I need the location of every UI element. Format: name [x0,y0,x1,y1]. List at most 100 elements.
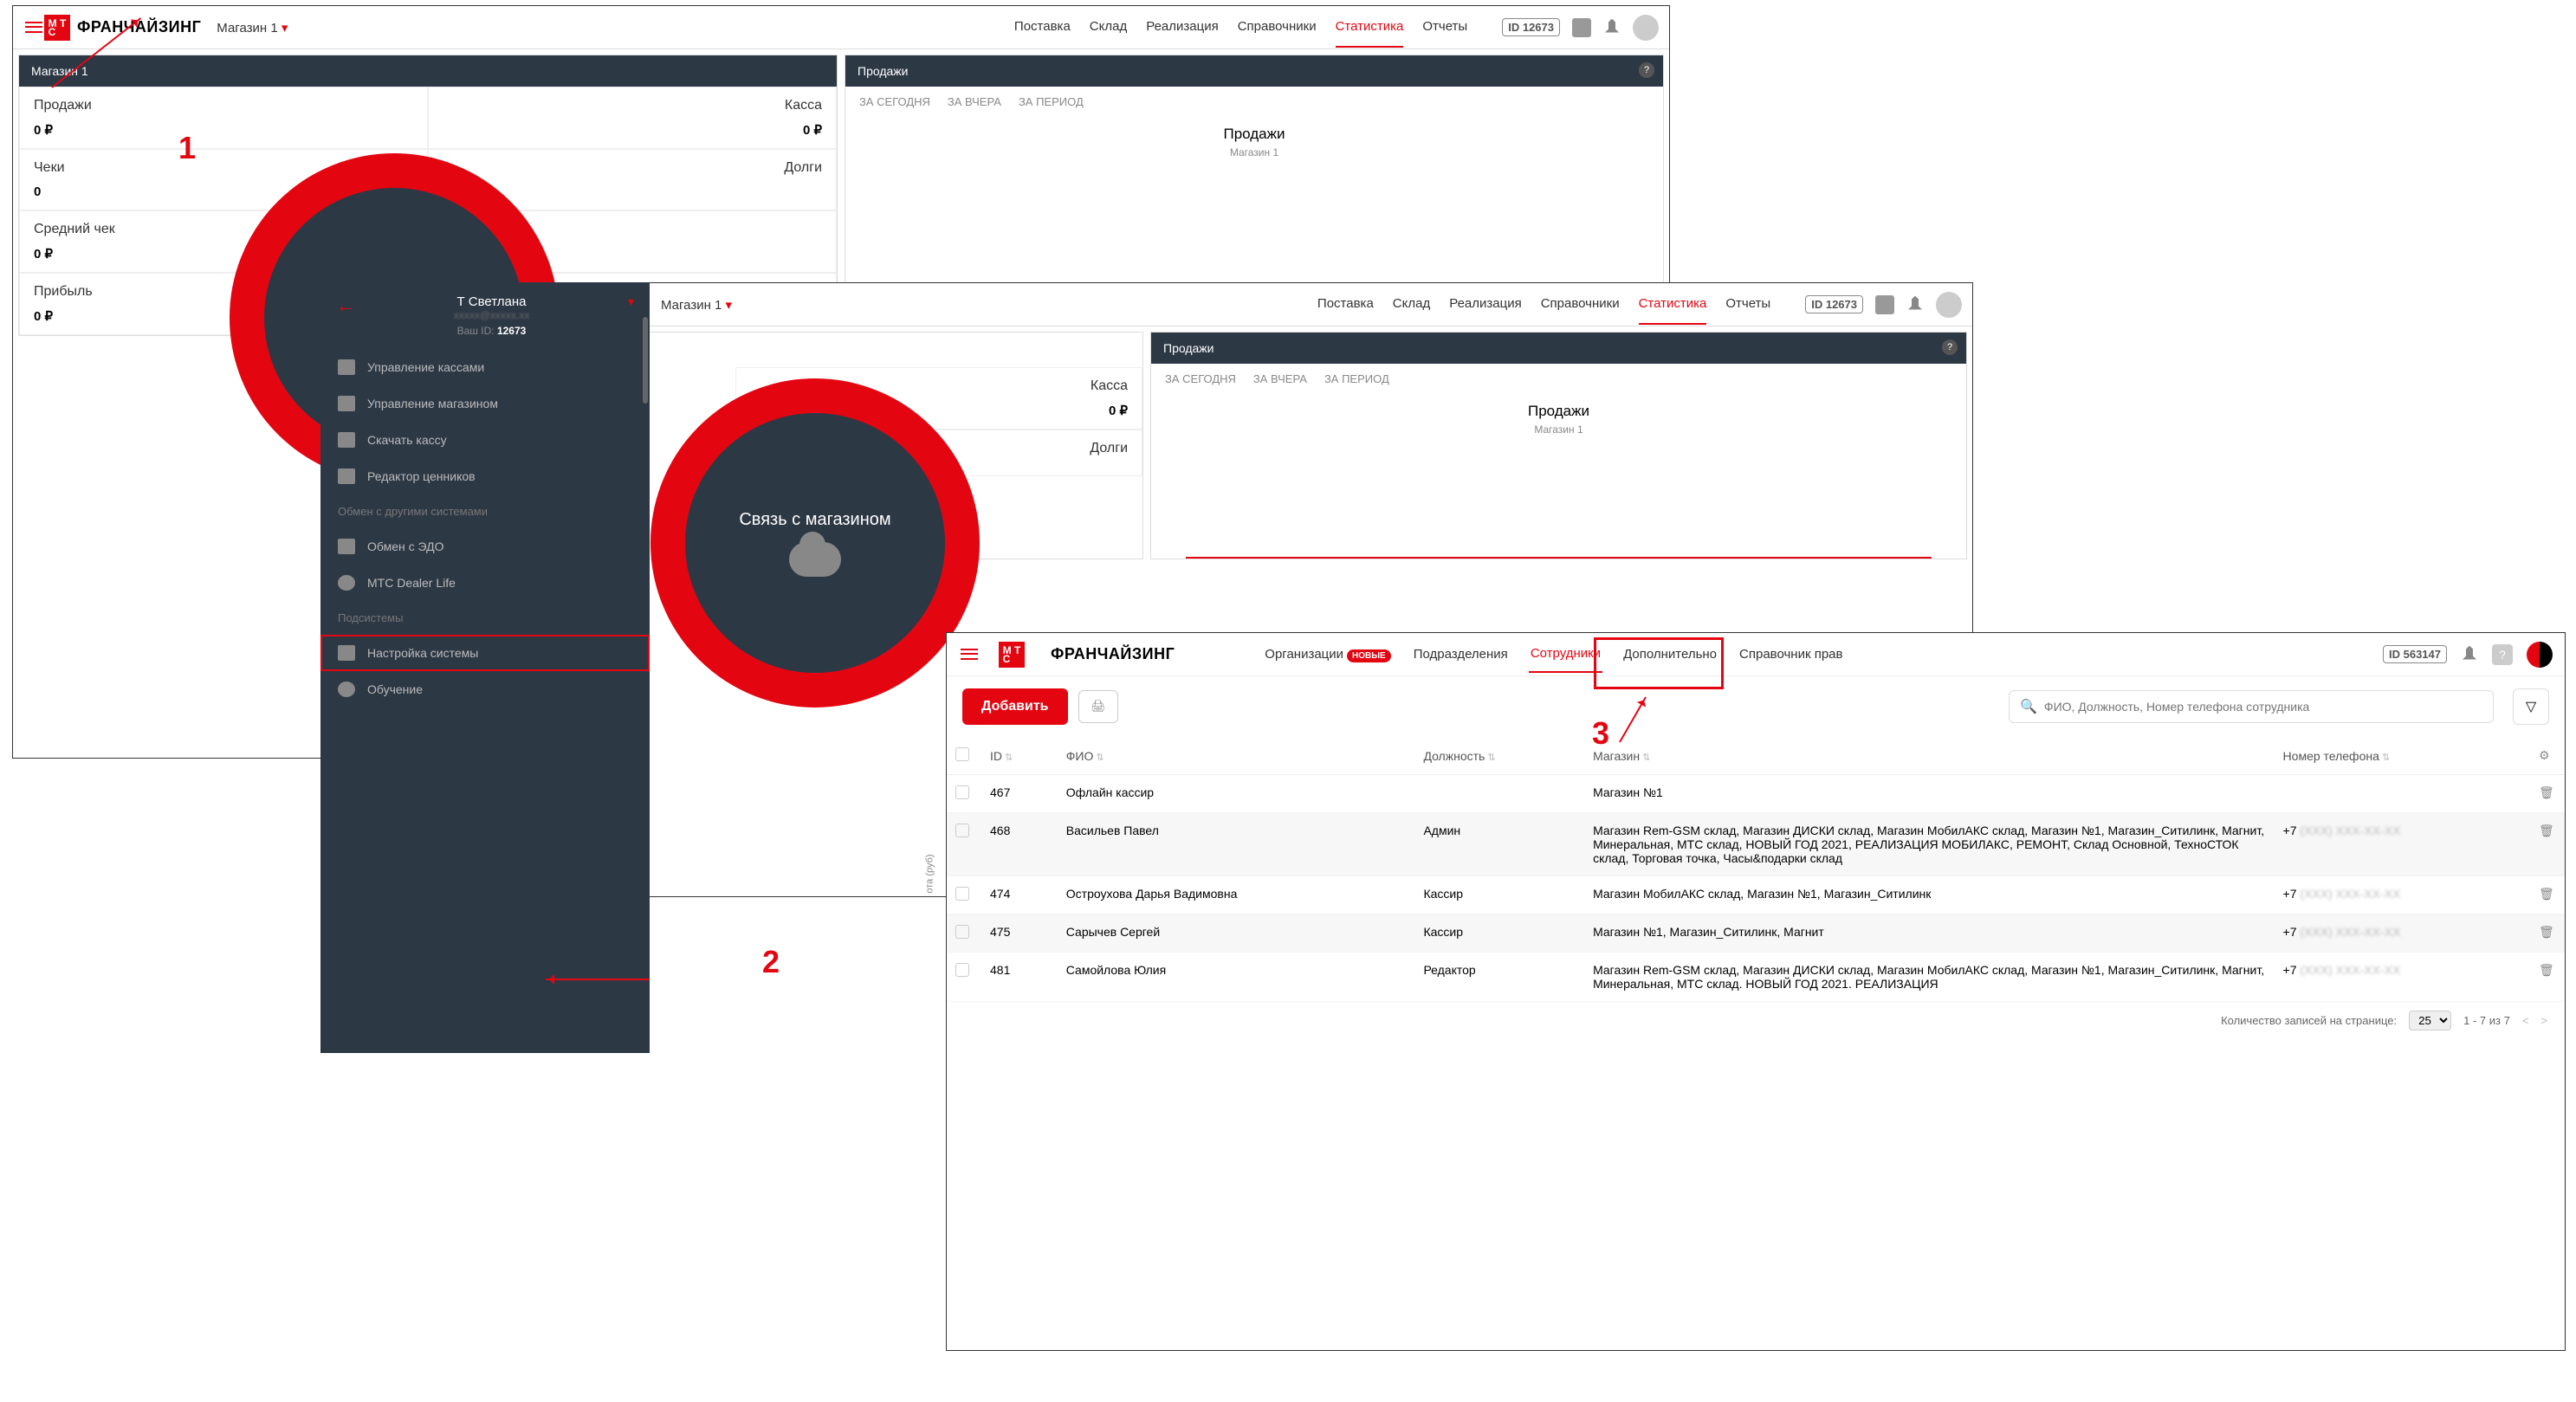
side-menu: ← Т Светлана xxxxx@xxxxx.xx Ваш ID: 1267… [320,282,650,1053]
axis-label: ота (руб) [925,854,935,893]
search-box[interactable]: 🔍 [2009,690,2494,723]
cell-pos: Кассир [1414,876,1584,914]
tab-yesterday[interactable]: ЗА ВЧЕРА [948,95,1001,108]
w3-nav-employees[interactable]: Сотрудники [1529,636,1602,673]
pager-prev-icon[interactable]: < [2522,1014,2529,1027]
row-checkbox[interactable] [955,785,969,799]
cell-phone: +7 (XXX) XXX-XX-XX [2275,914,2530,953]
back-arrow-icon[interactable]: ← [336,294,355,317]
checkbox-all[interactable] [955,747,969,761]
cell-id: 481 [981,953,1058,1002]
table-row[interactable]: 474Остроухова Дарья ВадимовнаКассирМагаз… [947,876,2565,914]
cell-store: Магазин Rem-GSM склад, Магазин ДИСКИ скл… [1584,953,2274,1002]
cell-id: 467 [981,775,1058,813]
cell-id: 475 [981,914,1058,953]
hamburger-icon-3[interactable] [959,644,980,665]
cash-icon-2[interactable] [1875,295,1894,314]
avatar-icon-3[interactable] [2527,642,2553,668]
pager-next-icon[interactable]: > [2540,1014,2547,1027]
menu-dealerlife[interactable]: MTC Dealer Life [320,565,650,601]
annotation-2: 2 [762,944,780,980]
side-user-id: Ваш ID: 12673 [366,325,618,337]
w3-nav-dep[interactable]: Подразделения [1412,636,1510,672]
nav-otchety[interactable]: Отчеты [1422,7,1467,48]
chevron-down-icon[interactable]: ▾ [628,294,634,309]
cell-fio: Сарычев Сергей [1058,914,1415,953]
nav-spravochniki[interactable]: Справочники [1238,7,1317,48]
trash-icon[interactable]: 🗑 [2539,785,2554,799]
col-id[interactable]: ID [981,737,1058,775]
bell-icon[interactable] [1603,19,1621,36]
cell-fio: Васильев Павел [1058,813,1415,876]
help-icon[interactable]: ? [1639,62,1654,78]
bell-icon-3[interactable] [2461,646,2478,663]
mts-logo-icon: М ТС [44,15,70,41]
menu-training[interactable]: Обучение [320,671,650,707]
tab-period[interactable]: ЗА ПЕРИОД [1019,95,1084,108]
row-checkbox[interactable] [955,824,969,837]
help-icon-2[interactable]: ? [1942,339,1958,355]
row-checkbox[interactable] [955,887,969,901]
menu-edo[interactable]: Обмен с ЭДО [320,528,650,565]
cell-fio: Офлайн кассир [1058,775,1415,813]
avatar-icon-2[interactable] [1936,292,1962,318]
store-selector-2[interactable]: Магазин 1 [661,297,732,313]
table-row[interactable]: 468Васильев ПавелАдминМагазин Rem-GSM ск… [947,813,2565,876]
avatar-icon[interactable] [1633,15,1659,41]
table-row[interactable]: 467Офлайн кассирМагазин №1🗑 [947,775,2565,813]
col-fio[interactable]: ФИО [1058,737,1415,775]
pager-size-select[interactable]: 25 [2409,1011,2451,1031]
menu-kassy[interactable]: Управление кассами [320,349,650,385]
filter-button[interactable]: ▽ [2513,688,2549,725]
main-nav-2: Поставка Склад Реализация Справочники Ст… [1317,284,1770,325]
w3-nav-org[interactable]: ОрганизацииНОВЫЕ [1263,636,1392,672]
trash-icon[interactable]: 🗑 [2539,824,2554,837]
tab-today[interactable]: ЗА СЕГОДНЯ [859,95,930,108]
menu-download[interactable]: Скачать кассу [320,422,650,458]
side-menu-head: ← Т Светлана xxxxx@xxxxx.xx Ваш ID: 1267… [320,282,650,349]
hamburger-icon[interactable] [23,17,44,38]
id-badge-3: ID 563147 [2383,645,2447,663]
cell-store: Магазин Rem-GSM склад, Магазин ДИСКИ скл… [1584,813,2274,876]
menu-section-sub: Подсистемы [320,601,650,635]
col-phone[interactable]: Номер телефона [2275,737,2530,775]
print-button[interactable]: 🖨 [1078,690,1119,723]
trash-icon[interactable]: 🗑 [2539,887,2554,901]
annotation-1: 1 [178,130,196,166]
cell-pos [1414,775,1584,813]
bell-icon-2[interactable] [1906,296,1924,313]
arrow-2 [546,979,650,980]
menu-system-settings[interactable]: Настройка системы [320,635,650,671]
store-selector[interactable]: Магазин 1 [217,20,288,36]
cell-store: Магазин №1, Магазин_Ситилинк, Магнит [1584,914,2274,953]
nav-postavka[interactable]: Поставка [1014,7,1071,48]
cell-fio: Остроухова Дарья Вадимовна [1058,876,1415,914]
search-input[interactable] [2044,700,2482,714]
tile-kassa[interactable]: Касса0 ₽ [428,87,837,149]
col-store[interactable]: Магазин [1584,737,2274,775]
badge-new: НОВЫЕ [1347,649,1391,662]
sales-panel-2: Продажи? ЗА СЕГОДНЯ ЗА ВЧЕРА ЗА ПЕРИОД П… [1150,332,1967,559]
trash-icon[interactable]: 🗑 [2539,963,2554,977]
col-pos[interactable]: Должность [1414,737,1584,775]
w3-nav-rights[interactable]: Справочник прав [1738,636,1844,672]
row-checkbox[interactable] [955,925,969,939]
mts-logo-icon-3: М ТС [999,642,1025,668]
row-checkbox[interactable] [955,963,969,977]
nav-sklad[interactable]: Склад [1090,7,1127,48]
trash-icon[interactable]: 🗑 [2539,925,2554,939]
help-icon-3[interactable]: ? [2492,644,2513,665]
add-button[interactable]: Добавить [962,688,1068,725]
menu-magazin[interactable]: Управление магазином [320,385,650,422]
nav-statistika[interactable]: Статистика [1336,7,1404,48]
nav-realizacia[interactable]: Реализация [1146,7,1218,48]
gear-icon[interactable]: ⚙ [2539,748,2550,762]
cash-icon[interactable] [1572,18,1591,37]
scrollbar[interactable] [643,317,648,404]
main-nav: Поставка Склад Реализация Справочники Ст… [1014,7,1467,48]
side-user-email: xxxxx@xxxxx.xx [366,309,618,321]
table-row[interactable]: 475Сарычев СергейКассирМагазин №1, Магаз… [947,914,2565,953]
menu-priceedit[interactable]: Редактор ценников [320,458,650,494]
tile-sales[interactable]: Продажи0 ₽ [19,87,428,149]
table-row[interactable]: 481Самойлова ЮлияРедакторМагазин Rem-GSM… [947,953,2565,1002]
